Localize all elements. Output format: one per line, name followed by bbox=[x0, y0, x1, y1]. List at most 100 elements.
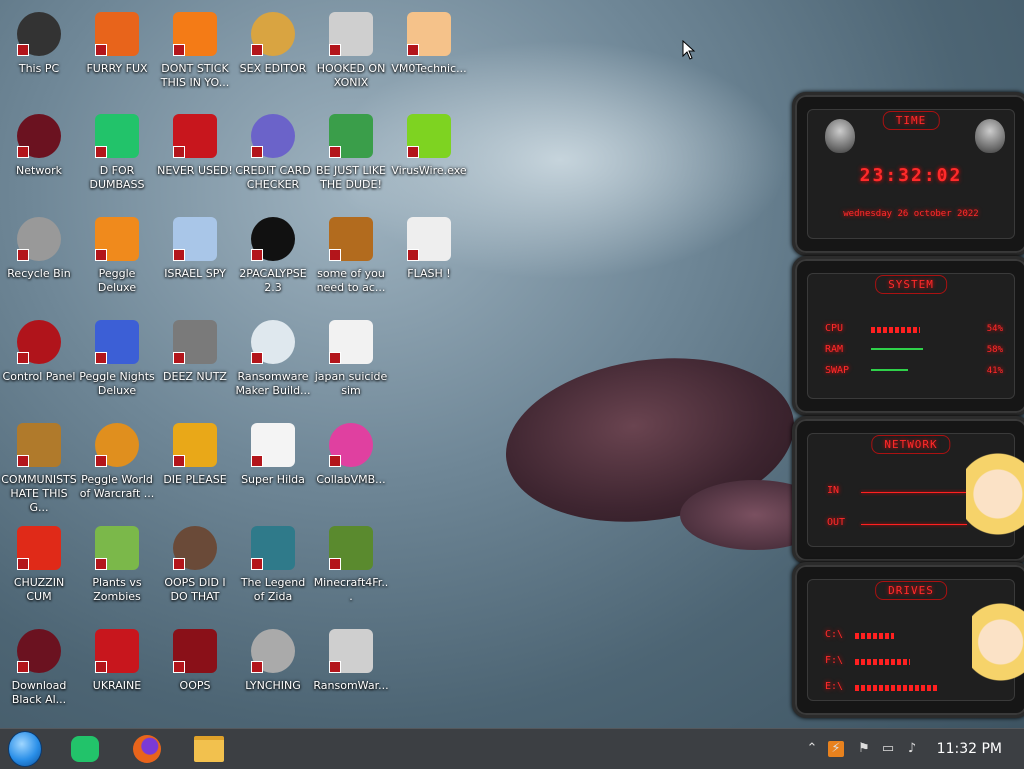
app-icon bbox=[95, 12, 139, 56]
desktop-icon-label: japan suicide sim bbox=[314, 370, 388, 397]
desktop-icon[interactable]: DIE PLEASE bbox=[156, 419, 234, 519]
desktop-icon[interactable]: VirusWire.exe bbox=[390, 110, 468, 210]
desktop-icon[interactable]: japan suicide sim bbox=[312, 316, 390, 416]
taskbar-firefox[interactable] bbox=[130, 733, 164, 765]
desktop-icon[interactable]: Plants vs Zombies bbox=[78, 522, 156, 622]
desktop-icon[interactable]: Control Panel bbox=[0, 316, 78, 416]
shortcut-badge-icon bbox=[251, 455, 263, 467]
desktop-icon-grid: This PC FURRY FUX DONT STICK THIS IN YO...… bbox=[0, 0, 790, 728]
desktop-icon[interactable]: RansomWar... bbox=[312, 625, 390, 725]
shortcut-badge-icon bbox=[329, 249, 341, 261]
drive-label: F:\ bbox=[825, 655, 844, 666]
desktop-icon-label: CHUZZIN CUM bbox=[13, 576, 65, 603]
desktop-icon[interactable]: OOPS bbox=[156, 625, 234, 725]
desktop-icon[interactable]: DEEZ NUTZ bbox=[156, 316, 234, 416]
shortcut-badge-icon bbox=[329, 146, 341, 158]
app-icon bbox=[407, 217, 451, 261]
tray-volume-icon[interactable]: ♪ bbox=[904, 741, 920, 757]
shortcut-badge-icon bbox=[407, 146, 419, 158]
desktop-icon-label: ISRAEL SPY bbox=[164, 267, 226, 280]
shortcut-badge-icon bbox=[251, 661, 263, 673]
shortcut-badge-icon bbox=[95, 44, 107, 56]
desktop-icon[interactable]: SEX EDITOR bbox=[234, 8, 312, 108]
app-icon bbox=[251, 12, 295, 56]
start-button[interactable] bbox=[8, 731, 42, 767]
desktop-icon[interactable]: CHUZZIN CUM bbox=[0, 522, 78, 622]
shortcut-badge-icon bbox=[173, 146, 185, 158]
network-out-graph bbox=[861, 524, 967, 525]
desktop-icon[interactable]: CREDIT CARD CHECKER bbox=[234, 110, 312, 210]
shortcut-badge-icon bbox=[173, 455, 185, 467]
desktop-icon[interactable]: DONT STICK THIS IN YO... bbox=[156, 8, 234, 108]
taskbar-clock[interactable]: 11:32 PM bbox=[937, 741, 1002, 757]
desktop-icon[interactable]: NEVER USED! bbox=[156, 110, 234, 210]
app-icon bbox=[173, 629, 217, 673]
app-icon bbox=[17, 217, 61, 261]
desktop-icon-label: This PC bbox=[18, 62, 60, 75]
app-icon bbox=[329, 423, 373, 467]
desktop-icon-label: Recycle Bin bbox=[7, 267, 71, 280]
desktop-icon[interactable]: COMMUNISTS HATE THIS G... bbox=[0, 419, 78, 519]
desktop-icon[interactable]: LYNCHING bbox=[234, 625, 312, 725]
tray-flag-icon[interactable]: ⚑ bbox=[856, 741, 872, 757]
tray-chevron-up-icon[interactable]: ⌃ bbox=[804, 741, 820, 757]
shortcut-badge-icon bbox=[251, 558, 263, 570]
app-icon bbox=[251, 217, 295, 261]
desktop-icon[interactable]: Recycle Bin bbox=[0, 213, 78, 313]
desktop-icon[interactable]: Ransomware Maker Build... bbox=[234, 316, 312, 416]
system-row-value: 58% bbox=[986, 345, 1003, 355]
desktop-icon[interactable]: Peggle Nights Deluxe bbox=[78, 316, 156, 416]
desktop-icon[interactable]: Network bbox=[0, 110, 78, 210]
tray-network-icon[interactable]: ▭ bbox=[880, 741, 896, 757]
desktop-icon-label: FLASH ! bbox=[407, 267, 451, 280]
desktop-icon[interactable]: The Legend of Zida bbox=[234, 522, 312, 622]
app-icon bbox=[329, 629, 373, 673]
system-row-value: 54% bbox=[986, 324, 1003, 334]
desktop-icon[interactable]: BE JUST LIKE THE DUDE! bbox=[312, 110, 390, 210]
mouse-cursor-icon bbox=[682, 40, 696, 60]
desktop-icon[interactable]: Minecraft4Fr... bbox=[312, 522, 390, 622]
desktop-icon-label: NEVER USED! bbox=[157, 164, 233, 177]
app-icon bbox=[251, 114, 295, 158]
desktop-icon[interactable]: 2PACALYPSE 2.3 bbox=[234, 213, 312, 313]
desktop-icon-label: COMMUNISTS HATE THIS G... bbox=[1, 473, 77, 514]
desktop-icon[interactable]: FURRY FUX bbox=[78, 8, 156, 108]
desktop-icon[interactable]: UKRAINE bbox=[78, 625, 156, 725]
shortcut-badge-icon bbox=[95, 249, 107, 261]
taskbar-green-app[interactable] bbox=[68, 733, 102, 765]
app-icon bbox=[95, 320, 139, 364]
shortcut-badge-icon bbox=[251, 352, 263, 364]
desktop-icon-label: Network bbox=[16, 164, 62, 177]
desktop-icon[interactable]: CollabVMB... bbox=[312, 419, 390, 519]
desktop-icon[interactable]: D FOR DUMBASS bbox=[78, 110, 156, 210]
desktop-icon[interactable]: Super Hilda bbox=[234, 419, 312, 519]
drive-label: E:\ bbox=[825, 681, 844, 692]
shortcut-badge-icon bbox=[251, 44, 263, 56]
desktop-icon-label: SEX EDITOR bbox=[239, 62, 307, 75]
app-icon bbox=[17, 526, 61, 570]
shortcut-badge-icon bbox=[95, 661, 107, 673]
desktop-icon-label: Peggle Nights Deluxe bbox=[79, 370, 155, 397]
desktop-icon[interactable]: OOPS DID I DO THAT bbox=[156, 522, 234, 622]
system-widget: SYSTEM CPU 54% RAM 58% SWAP 41% bbox=[792, 256, 1024, 416]
desktop-icon[interactable]: HOOKED ON XONIX bbox=[312, 8, 390, 108]
desktop-icon[interactable]: Peggle Deluxe bbox=[78, 213, 156, 313]
tray-app-icon[interactable]: ⚡ bbox=[828, 741, 844, 757]
desktop-icon[interactable]: VM0Technic... bbox=[390, 8, 468, 108]
desktop-icon[interactable]: FLASH ! bbox=[390, 213, 468, 313]
desktop-icon[interactable]: ISRAEL SPY bbox=[156, 213, 234, 313]
desktop-icon[interactable]: some of you need to ac... bbox=[312, 213, 390, 313]
drive-usage-bar bbox=[855, 659, 910, 665]
system-row-label: RAM bbox=[825, 344, 844, 355]
time-widget: TIME 23:32:02 wednesday 26 october 2022 bbox=[792, 92, 1024, 256]
app-icon bbox=[329, 217, 373, 261]
desktop-icon[interactable]: This PC bbox=[0, 8, 78, 108]
shortcut-badge-icon bbox=[173, 249, 185, 261]
desktop-icon[interactable]: Peggle World of Warcraft ... bbox=[78, 419, 156, 519]
desktop-icon-label: Minecraft4Fr... bbox=[313, 576, 389, 603]
desktop-icon-label: BE JUST LIKE THE DUDE! bbox=[315, 164, 387, 191]
chat-bubble-icon bbox=[71, 736, 99, 762]
shortcut-badge-icon bbox=[95, 146, 107, 158]
desktop-icon[interactable]: Download Black Al... bbox=[0, 625, 78, 725]
taskbar-file-explorer[interactable] bbox=[192, 733, 226, 765]
